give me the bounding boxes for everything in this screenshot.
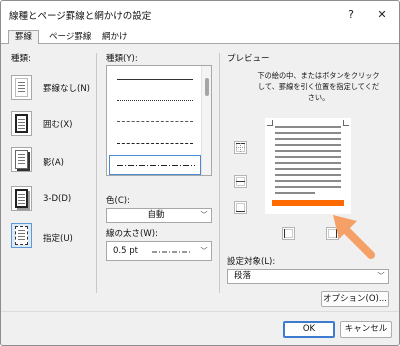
preview-bottom-border (272, 200, 344, 206)
setting-none-button[interactable] (11, 75, 32, 100)
width-select[interactable]: 0.5 pt ﹀ (106, 241, 212, 261)
setting-custom-button[interactable] (11, 223, 32, 248)
setting-custom-label[interactable]: 指定(U) (43, 232, 73, 244)
border-middle-button[interactable] (234, 175, 247, 188)
setting-3d-button[interactable] (11, 186, 32, 211)
chevron-down-icon: ﹀ (377, 272, 385, 280)
line-style-dashed[interactable] (117, 143, 193, 144)
corner-mark (267, 120, 273, 126)
border-inside-horizontal-icon (236, 177, 245, 186)
setting-box-button[interactable] (11, 111, 32, 136)
width-line-sample (152, 251, 192, 253)
corner-mark (343, 120, 349, 126)
style-heading: 種類(Y): (106, 54, 138, 64)
border-left-button[interactable] (282, 227, 295, 240)
tab-page-border[interactable]: ページ罫線 (42, 30, 98, 44)
column-separator-2 (219, 53, 220, 293)
chevron-down-icon: ﹀ (200, 211, 208, 219)
line-style-scroll-thumb[interactable] (205, 78, 209, 96)
preview-instructions: 下の絵の中、またはボタンをクリックして、罫線を引く位置を指定してください。 (257, 71, 380, 102)
width-label: 線の太さ(W): (106, 229, 158, 239)
cancel-button[interactable]: キャンセル (340, 321, 392, 338)
line-style-dotted[interactable] (117, 100, 193, 101)
page-3d-icon (15, 189, 28, 208)
line-style-dashed-fine[interactable] (117, 121, 193, 122)
apply-to-select[interactable]: 段落 ﹀ (227, 269, 389, 284)
border-top-button[interactable] (234, 141, 247, 154)
setting-box-label[interactable]: 囲む(X) (43, 118, 72, 130)
setting-shadow-label[interactable]: 影(A) (43, 156, 64, 168)
options-button[interactable]: オプション(O)... (321, 291, 389, 307)
callout-arrow-icon (333, 215, 375, 259)
page-custom-icon (15, 226, 28, 245)
tab-borders[interactable]: 罫線 (8, 30, 40, 44)
page-no-border-icon (15, 78, 28, 97)
line-style-solid[interactable] (117, 79, 193, 80)
line-style-list[interactable] (106, 65, 212, 176)
border-left-icon (284, 229, 293, 238)
border-bottom-button[interactable] (234, 201, 247, 214)
width-value: 0.5 pt (113, 246, 138, 256)
color-select[interactable]: 自動 ﹀ (106, 208, 212, 223)
column-separator-1 (96, 53, 97, 293)
dialog-title: 線種とページ罫線と網かけの設定 (9, 11, 152, 22)
color-label: 色(C): (106, 196, 130, 206)
close-button[interactable]: ✕ (367, 1, 397, 28)
line-style-scrollbar[interactable] (201, 66, 211, 175)
apply-to-label: 設定対象(L): (227, 257, 276, 267)
borders-shading-dialog: 線種とページ罫線と網かけの設定 ? ✕ 罫線 ページ罫線 網かけ 種類: 罫線な… (0, 0, 400, 346)
setting-3d-label[interactable]: 3-D(D) (43, 194, 71, 204)
line-style-dash-dot[interactable] (117, 164, 195, 167)
setting-shadow-button[interactable] (11, 147, 32, 172)
footer-divider (1, 311, 399, 312)
setting-none-label[interactable]: 罫線なし(N) (43, 82, 90, 94)
page-box-icon (15, 114, 28, 133)
ok-button[interactable]: OK (283, 321, 335, 338)
color-value: 自動 (147, 210, 165, 220)
page-shadow-icon (15, 150, 28, 169)
chevron-down-icon: ﹀ (200, 247, 208, 255)
preview-heading: プレビュー (227, 54, 270, 64)
apply-to-value: 段落 (234, 271, 252, 281)
help-button[interactable]: ? (336, 1, 366, 28)
preview-area[interactable] (265, 118, 351, 214)
tab-shading[interactable]: 網かけ (95, 30, 135, 44)
setting-heading: 種類: (11, 54, 31, 64)
border-bottom-icon (236, 203, 245, 212)
border-top-icon (236, 143, 245, 152)
